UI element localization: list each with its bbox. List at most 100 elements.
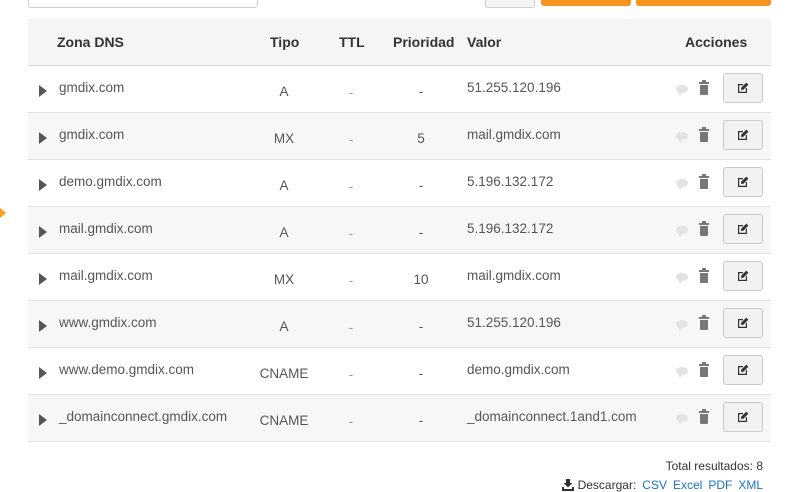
edit-icon bbox=[738, 270, 749, 281]
comment-icon[interactable] bbox=[676, 85, 688, 96]
cell-value: 51.255.120.196 bbox=[467, 80, 561, 95]
cell-priority-text: - bbox=[418, 319, 424, 334]
cell-type-text: A bbox=[279, 319, 289, 334]
table-row: gmdix.com MX - 5 mail.gmdix.com bbox=[28, 113, 771, 160]
cell-type-text: MX bbox=[273, 131, 295, 146]
cell-ttl-text: - bbox=[348, 226, 354, 241]
cell-zone: demo.gmdix.com bbox=[59, 174, 162, 189]
trash-icon[interactable] bbox=[699, 80, 709, 95]
cell-ttl-text: - bbox=[348, 273, 354, 288]
cell-priority-text: 10 bbox=[413, 272, 429, 287]
cell-value: demo.gmdix.com bbox=[467, 362, 570, 377]
cell-zone: www.gmdix.com bbox=[59, 315, 157, 330]
cell-zone: gmdix.com bbox=[59, 80, 125, 95]
expand-icon[interactable] bbox=[39, 132, 47, 144]
table-row: www.demo.gmdix.com CNAME - - demo.gmdix.com bbox=[28, 348, 771, 395]
trash-icon[interactable] bbox=[699, 174, 709, 189]
primary-button[interactable] bbox=[541, 0, 631, 6]
cell-type-text: A bbox=[279, 84, 289, 99]
edit-button[interactable] bbox=[723, 402, 763, 432]
comment-icon[interactable] bbox=[676, 179, 688, 190]
expand-icon[interactable] bbox=[39, 226, 47, 238]
cell-value: mail.gmdix.com bbox=[467, 127, 561, 142]
table-row: mail.gmdix.com A - - 5.196.132.172 bbox=[28, 207, 771, 254]
edit-button[interactable] bbox=[723, 120, 763, 150]
cell-priority-text: - bbox=[418, 366, 424, 381]
download-bar: Descargar: CSV Excel PDF XML bbox=[561, 478, 763, 492]
edit-icon bbox=[738, 411, 749, 422]
edit-button[interactable] bbox=[723, 308, 763, 338]
edit-button[interactable] bbox=[723, 73, 763, 103]
header-ttl[interactable]: TTL bbox=[339, 34, 365, 50]
cell-priority-text: - bbox=[418, 84, 424, 99]
expand-icon[interactable] bbox=[39, 414, 47, 426]
expand-icon[interactable] bbox=[39, 273, 47, 285]
table-row: mail.gmdix.com MX - 10 mail.gmdix.com bbox=[28, 254, 771, 301]
table-header: Zona DNS Tipo TTL Prioridad Valor Accion… bbox=[28, 19, 771, 66]
cell-zone: _domainconnect.gmdix.com bbox=[59, 409, 228, 424]
cell-type-text: A bbox=[279, 178, 289, 193]
cell-ttl-text: - bbox=[348, 414, 354, 429]
download-pdf-link[interactable]: PDF bbox=[708, 478, 732, 492]
cell-ttl-text: - bbox=[348, 85, 354, 100]
trash-icon[interactable] bbox=[699, 362, 709, 377]
table-row: demo.gmdix.com A - - 5.196.132.172 bbox=[28, 160, 771, 207]
edit-icon bbox=[738, 223, 749, 234]
cell-value: 51.255.120.196 bbox=[467, 315, 561, 330]
table-row: www.gmdix.com A - - 51.255.120.196 bbox=[28, 301, 771, 348]
expand-icon[interactable] bbox=[39, 320, 47, 332]
download-label: Descargar: bbox=[577, 478, 637, 492]
comment-icon[interactable] bbox=[676, 320, 688, 331]
comment-icon[interactable] bbox=[676, 226, 688, 237]
cell-type-text: MX bbox=[273, 272, 295, 287]
cell-ttl-text: - bbox=[348, 179, 354, 194]
header-zone[interactable]: Zona DNS bbox=[57, 34, 124, 50]
edit-button[interactable] bbox=[723, 355, 763, 385]
edit-icon bbox=[738, 176, 749, 187]
cell-value: 5.196.132.172 bbox=[467, 221, 554, 236]
search-input[interactable] bbox=[28, 0, 258, 8]
edit-button[interactable] bbox=[723, 261, 763, 291]
download-csv-link[interactable]: CSV bbox=[642, 478, 667, 492]
expand-icon[interactable] bbox=[39, 367, 47, 379]
comment-icon[interactable] bbox=[676, 273, 688, 284]
cell-priority-text: 5 bbox=[417, 131, 425, 146]
trash-icon[interactable] bbox=[699, 268, 709, 283]
expand-icon[interactable] bbox=[39, 179, 47, 191]
table-row: gmdix.com A - - 51.255.120.196 bbox=[28, 66, 771, 113]
comment-icon[interactable] bbox=[676, 414, 688, 425]
comment-icon[interactable] bbox=[676, 367, 688, 378]
cell-value: mail.gmdix.com bbox=[467, 268, 561, 283]
cell-type-text: A bbox=[279, 225, 289, 240]
edit-icon bbox=[738, 364, 749, 375]
expand-icon[interactable] bbox=[39, 85, 47, 97]
header-priority[interactable]: Prioridad bbox=[393, 34, 454, 50]
dns-records-table: Zona DNS Tipo TTL Prioridad Valor Accion… bbox=[28, 19, 771, 442]
trash-icon[interactable] bbox=[699, 127, 709, 142]
download-xml-link[interactable]: XML bbox=[738, 478, 763, 492]
cell-ttl-text: - bbox=[348, 320, 354, 335]
edit-icon bbox=[738, 82, 749, 93]
trash-icon[interactable] bbox=[699, 409, 709, 424]
download-excel-link[interactable]: Excel bbox=[673, 478, 702, 492]
add-record-button[interactable] bbox=[636, 0, 771, 6]
edit-button[interactable] bbox=[723, 167, 763, 197]
cell-priority-text: - bbox=[418, 178, 424, 193]
header-type[interactable]: Tipo bbox=[270, 34, 299, 50]
cell-zone: gmdix.com bbox=[59, 127, 125, 142]
edit-icon bbox=[738, 317, 749, 328]
cell-value: 5.196.132.172 bbox=[467, 174, 554, 189]
edit-icon bbox=[738, 129, 749, 140]
pointer-arrow-icon bbox=[0, 201, 6, 225]
toolbar-button[interactable] bbox=[485, 0, 535, 8]
cell-zone: mail.gmdix.com bbox=[59, 268, 153, 283]
trash-icon[interactable] bbox=[699, 315, 709, 330]
trash-icon[interactable] bbox=[699, 221, 709, 236]
comment-icon[interactable] bbox=[676, 132, 688, 143]
header-value[interactable]: Valor bbox=[467, 34, 501, 50]
table-row: _domainconnect.gmdix.com CNAME - - _domainco… bbox=[28, 395, 771, 442]
edit-button[interactable] bbox=[723, 214, 763, 244]
cell-priority-text: - bbox=[418, 225, 424, 240]
header-actions: Acciones bbox=[685, 34, 748, 50]
cell-ttl-text: - bbox=[348, 132, 354, 147]
